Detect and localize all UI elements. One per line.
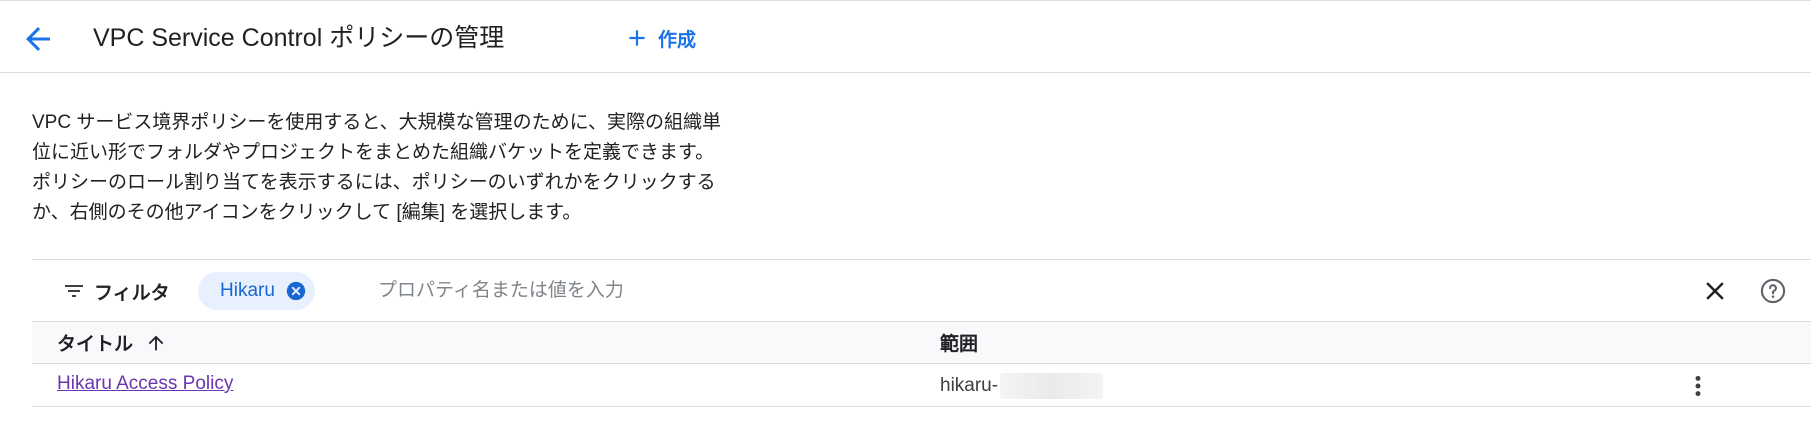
column-header-scope[interactable]: 範囲 — [940, 329, 978, 356]
filter-toolbar: フィルタ Hikaru — [32, 259, 1811, 321]
filter-list-icon — [65, 285, 83, 297]
column-header-title-label: タイトル — [57, 334, 134, 355]
policy-table: タイトル 範囲 Hikaru Access Policy hikaru- — [32, 321, 1811, 407]
arrow-upward-icon — [148, 335, 164, 350]
create-button[interactable]: 作成 — [624, 21, 696, 55]
description-line: か、右側のその他アイコンをクリックして [編集] を選択します。 — [32, 202, 582, 223]
column-header-title[interactable]: タイトル — [57, 329, 167, 356]
description-line: ポリシーのロール割り当てを表示するには、ポリシーのいずれかをクリックする — [32, 172, 716, 193]
table-row: Hikaru Access Policy hikaru- — [32, 364, 1811, 407]
filter-label: フィルタ — [94, 282, 170, 304]
description-line: VPC サービス境界ポリシーを使用すると、大規模な管理のために、実際の組織単 — [32, 112, 722, 133]
table-header: タイトル 範囲 — [32, 321, 1811, 364]
redacted-area — [1000, 373, 1104, 399]
page-description: VPC サービス境界ポリシーを使用すると、大規模な管理のために、実際の組織単 位… — [32, 108, 812, 228]
more-vert-icon[interactable] — [1684, 372, 1712, 400]
page-header: VPC Service Control ポリシーの管理 作成 — [0, 1, 1811, 73]
scope-cell: hikaru- — [940, 373, 1104, 399]
policy-title-link[interactable]: Hikaru Access Policy — [57, 373, 233, 395]
help-circle-icon[interactable] — [1759, 277, 1787, 305]
create-button-label: 作成 — [658, 29, 697, 51]
filter-chip-label: Hikaru — [220, 280, 275, 301]
cancel-circle-icon[interactable] — [285, 280, 307, 302]
close-icon[interactable] — [1700, 276, 1730, 306]
filter-input[interactable] — [378, 274, 1478, 308]
scope-value: hikaru- — [940, 375, 999, 396]
arrow-back-icon[interactable] — [20, 21, 56, 57]
filter-chip[interactable]: Hikaru — [198, 272, 315, 310]
description-line: 位に近い形でフォルダやプロジェクトをまとめた組織バケットを定義できます。 — [32, 142, 715, 163]
filter-button[interactable]: フィルタ — [62, 274, 170, 308]
page-title: VPC Service Control ポリシーの管理 — [93, 24, 505, 52]
plus-icon — [629, 30, 645, 46]
